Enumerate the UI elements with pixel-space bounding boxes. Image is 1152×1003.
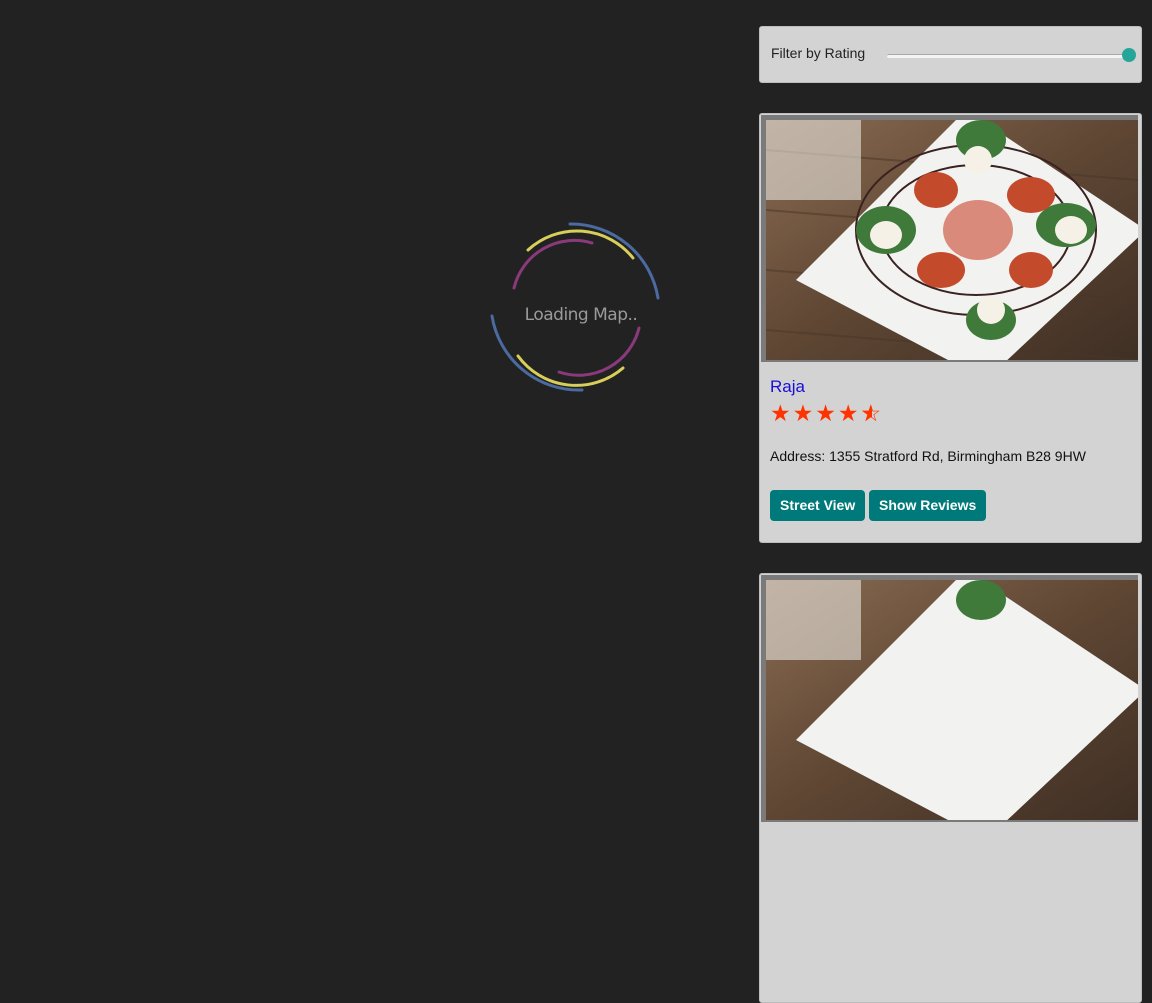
rating-slider-track[interactable] bbox=[887, 54, 1130, 58]
street-view-button[interactable]: Street View bbox=[770, 490, 866, 521]
restaurant-address: Address: 1355 Stratford Rd, Birmingham B… bbox=[770, 448, 1086, 464]
star-icon: ★ bbox=[815, 400, 836, 426]
rating-filter: Filter by Rating bbox=[759, 26, 1142, 83]
star-icon: ★ bbox=[792, 400, 814, 426]
star-icon: ★ bbox=[837, 400, 859, 426]
loading-map-text: Loading Map.. bbox=[524, 305, 638, 325]
rating-stars: ★ ★ ★ ★ ★ bbox=[770, 400, 884, 426]
show-reviews-button[interactable]: Show Reviews bbox=[869, 490, 987, 521]
half-star-icon: ★ bbox=[861, 400, 884, 426]
star-icon: ★ bbox=[770, 400, 791, 426]
restaurant-panel: Filter by Rating Raja ★ ★ ★ ★ Address: 1… bbox=[759, 0, 1142, 1003]
restaurant-image bbox=[761, 115, 1138, 362]
filter-label: Filter by Rating bbox=[771, 45, 866, 61]
map-loading-spinner: Loading Map.. bbox=[486, 218, 666, 398]
rating-slider-thumb[interactable] bbox=[1122, 48, 1136, 62]
restaurant-name-link[interactable]: Raja bbox=[770, 377, 805, 397]
map-area[interactable]: Loading Map.. bbox=[0, 0, 750, 619]
restaurant-image bbox=[761, 575, 1138, 822]
restaurant-card-next bbox=[759, 573, 1142, 1003]
restaurant-card: Raja ★ ★ ★ ★ ★ Address: 1355 Stratford R… bbox=[759, 113, 1142, 543]
